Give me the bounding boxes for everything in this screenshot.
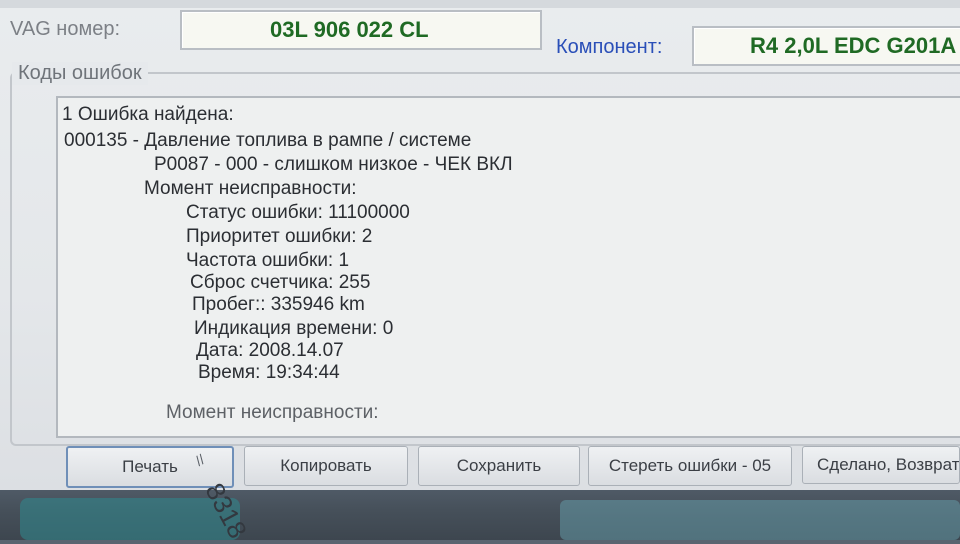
fault-code-line: 000135 - Давление топлива в рампе / сист…	[64, 130, 472, 151]
copy-button[interactable]: Копировать	[244, 446, 408, 486]
freeze-frame-heading-2: Момент неисправности:	[166, 402, 379, 423]
time-line: Время: 19:34:44	[198, 362, 340, 383]
fault-frequency-line: Частота ошибки: 1	[186, 250, 350, 271]
clear-faults-button-label: Стереть ошибки - 05	[608, 456, 772, 475]
fault-codes-list[interactable]: 1 Ошибка найдена: 000135 - Давление топл…	[56, 96, 960, 438]
fault-priority-line: Приоритет ошибки: 2	[186, 226, 373, 247]
save-button[interactable]: Сохранить	[418, 446, 580, 486]
freeze-frame-heading: Момент неисправности:	[144, 178, 357, 199]
title-strip	[0, 0, 960, 8]
date-line: Дата: 2008.14.07	[196, 340, 344, 361]
fault-count-line: 1 Ошибка найдена:	[62, 104, 234, 125]
time-indication-line: Индикация времени: 0	[194, 318, 394, 339]
print-button-label: Печать	[122, 457, 178, 476]
component-field: R4 2,0L EDC G201A	[692, 26, 960, 66]
mileage-line: Пробег:: 335946 km	[192, 294, 365, 315]
done-return-button-label: Сделано, Возврат	[817, 455, 960, 474]
vag-number-field: 03L 906 022 CL	[180, 10, 542, 50]
done-return-button[interactable]: Сделано, Возврат	[802, 446, 960, 484]
print-button[interactable]: Печать	[66, 446, 234, 488]
save-button-label: Сохранить	[456, 456, 542, 475]
fault-codes-title: Коды ошибок	[12, 62, 148, 85]
fault-status-line: Статус ошибки: 11100000	[186, 202, 410, 223]
reset-counter-line: Сброс счетчика: 255	[190, 272, 371, 293]
vag-number-value: 03L 906 022 CL	[270, 17, 429, 42]
diagnostic-window: VAG номер: 03L 906 022 CL Компонент: R4 …	[0, 0, 960, 490]
background-object	[560, 500, 960, 540]
component-label: Компонент:	[556, 36, 663, 58]
fault-obd-line: P0087 - 000 - слишком низкое - ЧЕК ВКЛ	[154, 154, 513, 175]
clear-faults-button[interactable]: Стереть ошибки - 05	[588, 446, 792, 486]
component-value: R4 2,0L EDC G201A	[750, 33, 957, 58]
vag-number-label: VAG номер:	[10, 18, 121, 40]
copy-button-label: Копировать	[280, 456, 372, 475]
